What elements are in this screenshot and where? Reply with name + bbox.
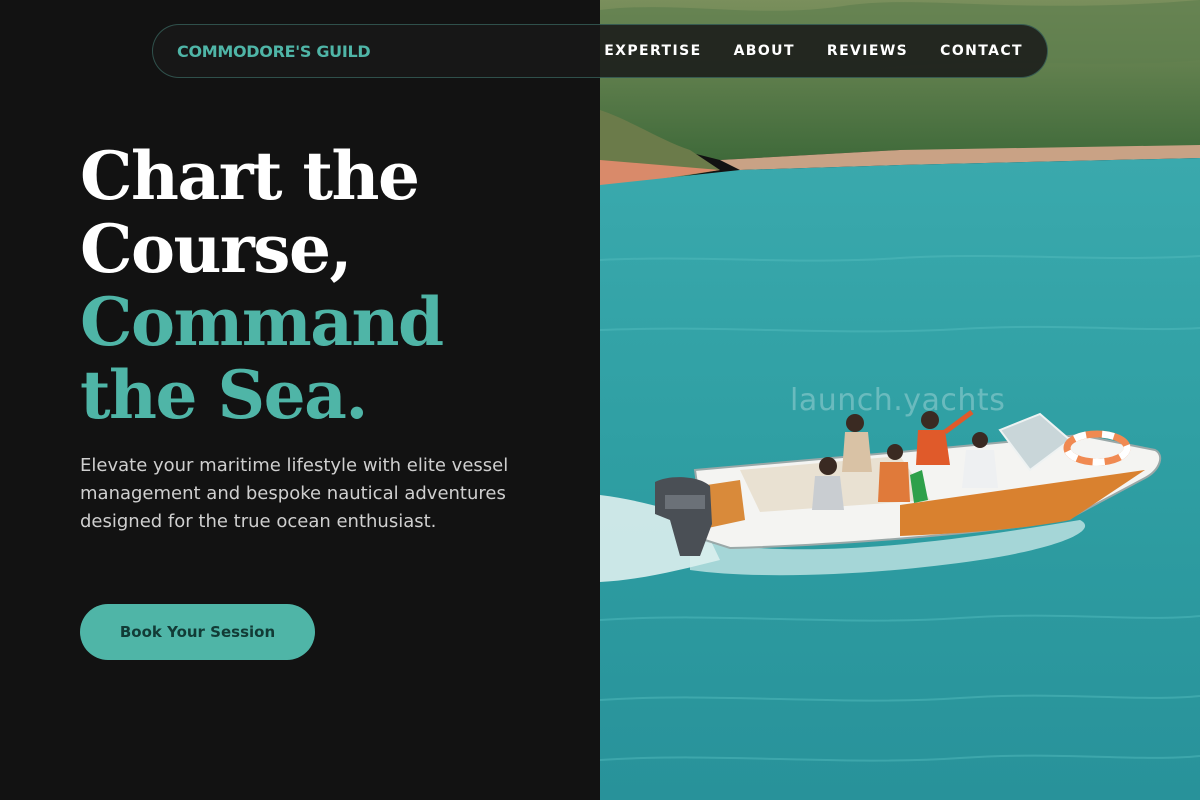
headline-line-2: Course, xyxy=(80,210,352,288)
nav-link-expertise[interactable]: EXPERTISE xyxy=(604,43,701,59)
nav-links: EXPERTISE ABOUT REVIEWS CONTACT xyxy=(604,43,1023,59)
hero-photo: launch.yachts xyxy=(600,0,1200,800)
headline-line-4: the Sea. xyxy=(80,356,368,434)
top-navbar: COMMODORE'S GUILD EXPERTISE ABOUT REVIEW… xyxy=(152,24,1048,78)
nav-link-about[interactable]: ABOUT xyxy=(734,43,795,59)
book-session-button[interactable]: Book Your Session xyxy=(80,604,315,660)
nav-link-reviews[interactable]: REVIEWS xyxy=(827,43,908,59)
hero-description: Elevate your maritime lifestyle with eli… xyxy=(80,455,509,532)
headline-line-1: Chart the xyxy=(80,137,420,215)
photo-watermark: launch.yachts xyxy=(790,383,1006,418)
headline-line-3: Command xyxy=(80,283,444,361)
nav-link-contact[interactable]: CONTACT xyxy=(940,43,1023,59)
hero-headline: Chart the Course, Command the Sea. xyxy=(80,140,580,432)
brand-logo[interactable]: COMMODORE'S GUILD xyxy=(177,42,371,61)
